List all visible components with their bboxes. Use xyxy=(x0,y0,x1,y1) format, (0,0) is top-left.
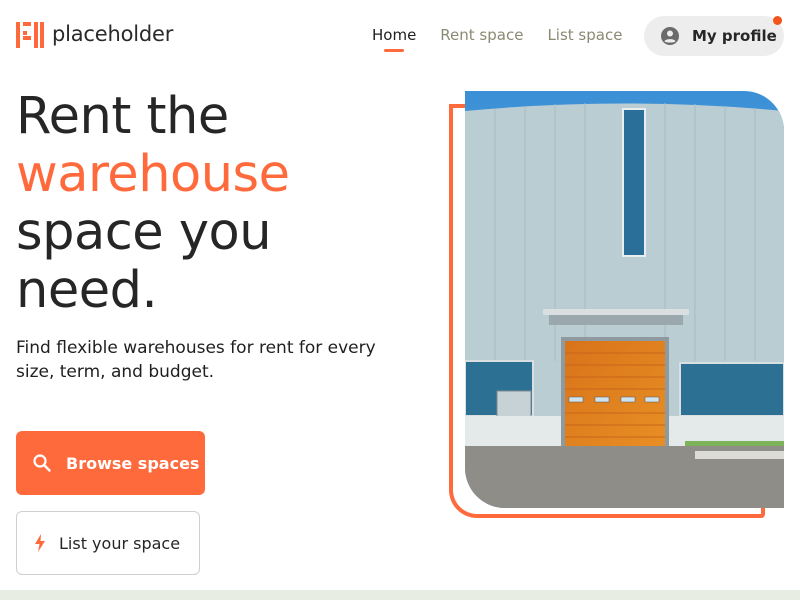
brand-logo-mark xyxy=(16,20,44,48)
search-icon xyxy=(32,453,52,473)
hero-headline: Rent the warehouse space you need. xyxy=(16,88,290,320)
list-your-space-button[interactable]: List your space xyxy=(16,511,200,575)
headline-line-4: need. xyxy=(16,261,158,320)
my-profile-button[interactable]: My profile xyxy=(644,16,784,56)
brand-logo[interactable]: placeholder xyxy=(16,20,173,48)
browse-spaces-button[interactable]: Browse spaces xyxy=(16,431,205,495)
notification-dot xyxy=(773,16,782,25)
account-circle-icon xyxy=(660,26,680,46)
nav-item-rent-space[interactable]: Rent space xyxy=(440,26,523,50)
bolt-icon xyxy=(33,533,47,553)
headline-line-1: Rent the xyxy=(16,87,229,146)
bottom-strip xyxy=(0,590,800,600)
main-nav: Home Rent space List space xyxy=(372,26,622,52)
my-profile-label: My profile xyxy=(692,27,777,45)
browse-spaces-label: Browse spaces xyxy=(66,453,200,473)
brand-name: placeholder xyxy=(52,22,174,46)
list-your-space-label: List your space xyxy=(59,533,181,553)
nav-item-list-space[interactable]: List space xyxy=(547,26,622,50)
nav-item-home[interactable]: Home xyxy=(372,26,416,52)
headline-line-3: space you xyxy=(16,203,272,262)
hero-subtitle: Find flexible warehouses for rent for ev… xyxy=(16,338,376,382)
hero-warehouse-image xyxy=(465,91,784,508)
headline-accent: warehouse xyxy=(16,145,290,204)
